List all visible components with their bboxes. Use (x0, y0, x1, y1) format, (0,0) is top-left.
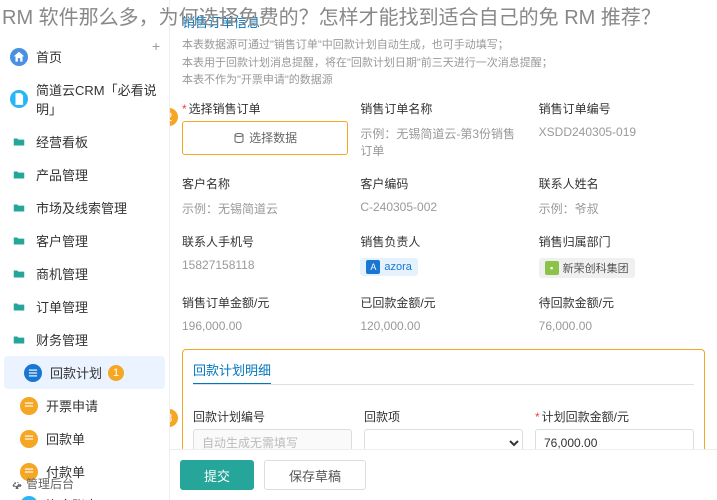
sidebar-item-dashboard[interactable]: 经营看板 (0, 125, 169, 158)
folder-icon (10, 232, 28, 250)
sidebar-item-label: 首页 (36, 47, 62, 66)
doc-icon (10, 90, 28, 108)
folder-icon (10, 331, 28, 349)
overlay-question: RM 软件那么多，为何选择免费的？怎样才能找到适合自己的免 RM 推荐？ (2, 2, 661, 34)
value-contact-phone: 15827158118 (182, 254, 348, 276)
save-draft-button[interactable]: 保存草稿 (264, 460, 366, 490)
label-cust-code: 客户编码 (360, 175, 526, 192)
sidebar-item-label: 产品管理 (36, 165, 88, 184)
list-icon (20, 430, 38, 448)
label-contact-name: 联系人姓名 (539, 175, 705, 192)
label-total: 销售订单金额/元 (182, 294, 348, 311)
label-select-order: 选择销售订单 (182, 100, 348, 117)
badge-1: 1 (108, 365, 124, 381)
folder-icon (10, 298, 28, 316)
sidebar-item-home[interactable]: 首页 (0, 40, 169, 73)
select-data-button[interactable]: 选择数据 (185, 124, 345, 152)
folder-icon (10, 133, 28, 151)
database-icon (233, 132, 245, 144)
sidebar-item-order[interactable]: 订单管理 (0, 290, 169, 323)
sidebar-item-invoice[interactable]: 开票申请 (0, 389, 169, 422)
sidebar-item-receipt[interactable]: 回款单 (0, 422, 169, 455)
label-sales-owner: 销售负责人 (360, 233, 526, 250)
label-cust-name: 客户名称 (182, 175, 348, 192)
value-total: 196,000.00 (182, 315, 348, 337)
value-contact-name: 示例：爷叔 (539, 196, 705, 221)
sidebar-item-label: 简道云CRM「必看说明」 (36, 80, 159, 118)
value-dept: ▪新荣创科集团 (539, 254, 705, 282)
plus-icon[interactable]: + (152, 38, 160, 54)
sidebar-item-label: 回款单 (46, 429, 85, 448)
detail-title: 回款计划明细 (193, 360, 271, 385)
step-badge-3: 3 (170, 409, 178, 427)
sidebar-item-finance[interactable]: 财务管理 (0, 323, 169, 356)
label-order-no: 销售订单编号 (539, 100, 705, 117)
label-paid: 已回款金额/元 (360, 294, 526, 311)
submit-button[interactable]: 提交 (180, 460, 254, 490)
sidebar-item-label: 经营看板 (36, 132, 88, 151)
value-pending: 76,000.00 (539, 315, 705, 337)
sidebar: + 首页 简道云CRM「必看说明」 经营看板 产品管理 市场及线索管理 客户管理… (0, 0, 170, 500)
label-plan-no: 回款计划编号 (193, 408, 352, 425)
sidebar-item-label: 回款计划 (50, 363, 102, 382)
value-cust-name: 示例：无锡简道云 (182, 196, 348, 221)
sidebar-item-label: 资金账户 (46, 495, 98, 500)
label-dept: 销售归属部门 (539, 233, 705, 250)
sidebar-item-opportunity[interactable]: 商机管理 (0, 257, 169, 290)
sidebar-item-product[interactable]: 产品管理 (0, 158, 169, 191)
label-pending: 待回款金额/元 (539, 294, 705, 311)
form-main: 销售订单信息 本表数据源可通过"销售订单"中回款计划自动生成，也可手动填写； 本… (170, 0, 717, 500)
admin-backend-link[interactable]: 管理后台 (10, 475, 74, 492)
sidebar-item-label: 客户管理 (36, 231, 88, 250)
hint-text: 本表数据源可通过"销售订单"中回款计划自动生成，也可手动填写； 本表用于回款计划… (182, 37, 705, 90)
sidebar-item-label: 订单管理 (36, 297, 88, 316)
sidebar-item-customer[interactable]: 客户管理 (0, 224, 169, 257)
step-badge-2: 2 (170, 108, 178, 126)
sidebar-item-label: 财务管理 (36, 330, 88, 349)
list-icon (20, 397, 38, 415)
folder-icon (10, 199, 28, 217)
sidebar-item-label: 开票申请 (46, 396, 98, 415)
sidebar-item-guide[interactable]: 简道云CRM「必看说明」 (0, 73, 169, 125)
folder-icon (10, 166, 28, 184)
folder-icon (10, 265, 28, 283)
value-cust-code: C-240305-002 (360, 196, 526, 218)
value-sales-owner: Aazora (360, 254, 526, 280)
label-contact-phone: 联系人手机号 (182, 233, 348, 250)
form-footer: 提交 保存草稿 (170, 449, 717, 500)
value-paid: 120,000.00 (360, 315, 526, 337)
sidebar-item-market[interactable]: 市场及线索管理 (0, 191, 169, 224)
value-order-name: 示例：无锡简道云-第3份销售订单 (360, 121, 526, 163)
sidebar-item-payment-plan[interactable]: 回款计划 1 (4, 356, 165, 389)
value-order-no: XSDD240305-019 (539, 121, 705, 143)
label-plan-amount: 计划回款金额/元 (535, 408, 694, 425)
list-icon (20, 496, 38, 500)
house-icon (10, 48, 28, 66)
sidebar-item-label: 商机管理 (36, 264, 88, 283)
label-order-name: 销售订单名称 (360, 100, 526, 117)
list-icon (24, 364, 42, 382)
sidebar-item-label: 市场及线索管理 (36, 198, 127, 217)
label-pay-item: 回款项 (364, 408, 523, 425)
gear-icon (10, 478, 22, 490)
